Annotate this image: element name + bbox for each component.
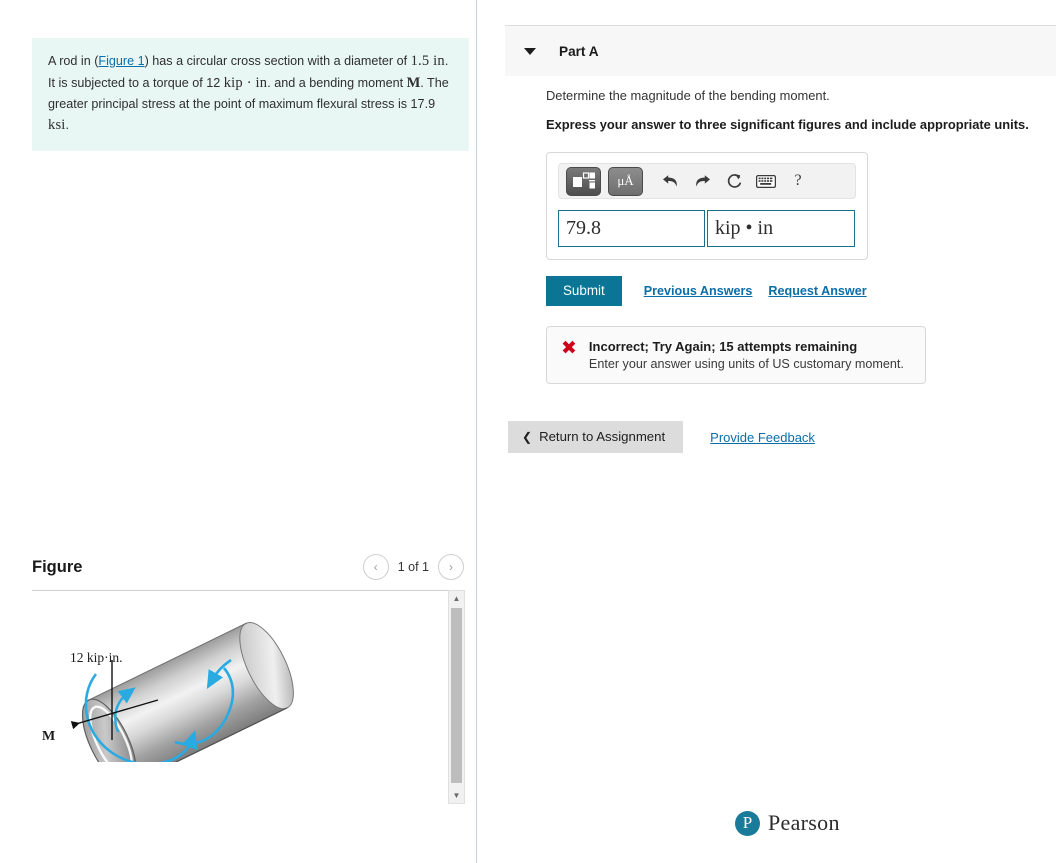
figure-block: Figure ‹ 1 of 1 › 12 kip·in. M: [32, 554, 469, 762]
figure-scrollbar[interactable]: ▲ ▼: [448, 590, 465, 804]
figure-next-button[interactable]: ›: [438, 554, 464, 580]
problem-text-part-4: . and a bending: [267, 76, 355, 91]
submit-row: Submit Previous Answers Request Answer: [546, 276, 1046, 306]
instruction-text: Express your answer to three significant…: [546, 117, 1029, 132]
provide-feedback-link[interactable]: Provide Feedback: [710, 430, 815, 445]
problem-text-part-7: flexural stress is 17.9: [316, 96, 436, 111]
return-to-assignment-button[interactable]: ❮ Return to Assignment: [508, 421, 684, 453]
scroll-up-arrow-icon[interactable]: ▲: [449, 591, 464, 606]
moment-symbol: M: [406, 75, 421, 92]
answer-value-input[interactable]: 79.8: [558, 210, 705, 247]
figure-prev-button[interactable]: ‹: [362, 554, 389, 580]
answer-toolbar: μÅ ?: [558, 163, 856, 199]
previous-answers-link[interactable]: Previous Answers: [644, 284, 753, 298]
figure-torque-label: 12 kip·in.: [70, 650, 123, 665]
figure-image: 12 kip·in. M: [32, 592, 469, 762]
redo-icon[interactable]: [688, 168, 716, 195]
figure-page-label: 1 of 1: [397, 560, 429, 574]
problem-text-part-2: ) has a circular cross section with a di…: [144, 54, 408, 68]
question-text: Determine the magnitude of the bending m…: [546, 88, 830, 103]
undo-icon[interactable]: [656, 168, 684, 195]
scroll-down-arrow-icon[interactable]: ▼: [449, 788, 464, 803]
help-icon[interactable]: ?: [784, 168, 812, 195]
problem-text-part-5: moment: [357, 76, 407, 91]
figure-title: Figure: [32, 558, 83, 576]
figure-moment-label: M: [42, 729, 55, 744]
chevron-down-icon[interactable]: [524, 47, 536, 55]
request-answer-link[interactable]: Request Answer: [768, 284, 866, 298]
part-a-body: Determine the magnitude of the bending m…: [546, 88, 1046, 384]
answer-unit-input[interactable]: kip • in: [707, 210, 855, 247]
scrollbar-thumb[interactable]: [451, 608, 462, 783]
problem-statement: A rod in (Figure 1) has a circular cross…: [32, 38, 469, 151]
problem-text-part-8: .: [65, 118, 70, 133]
figure-header: Figure ‹ 1 of 1 ›: [32, 554, 469, 591]
feedback-detail: Enter your answer using units of US cust…: [588, 357, 904, 371]
pearson-logo: P Pearson: [735, 810, 840, 836]
math-template-icon[interactable]: [566, 166, 601, 196]
left-pane: A rod in (Figure 1) has a circular cross…: [0, 0, 477, 863]
feedback-title: Incorrect; Try Again; 15 attempts remain…: [588, 339, 858, 354]
pearson-logo-text: Pearson: [768, 810, 840, 835]
torque-units: kip · in: [223, 75, 268, 92]
keyboard-icon[interactable]: [752, 168, 780, 195]
return-to-assignment-label: Return to Assignment: [539, 429, 666, 444]
problem-text-part-1: A rod in (: [48, 54, 99, 68]
figure-1-link[interactable]: Figure 1: [98, 54, 144, 68]
part-a-header[interactable]: Part A: [505, 25, 1056, 76]
bottom-actions: ❮ Return to Assignment Provide Feedback: [508, 421, 815, 453]
error-x-icon: ✖: [561, 337, 577, 359]
reset-icon[interactable]: [720, 168, 748, 195]
units-icon[interactable]: μÅ: [608, 166, 643, 196]
right-pane: Part A Determine the magnitude of the be…: [478, 0, 1056, 863]
part-a-title: Part A: [559, 43, 599, 59]
answer-widget: μÅ ? 79.8 kip • in: [546, 152, 868, 260]
stress-units: ksi: [48, 117, 66, 134]
submit-button[interactable]: Submit: [546, 276, 622, 306]
figure-divider: [32, 590, 457, 591]
answer-fields: 79.8 kip • in: [558, 210, 856, 247]
pearson-logo-icon: P: [735, 810, 760, 836]
figure-pager: ‹ 1 of 1 ›: [362, 554, 464, 580]
chevron-left-icon: ❮: [522, 429, 533, 444]
feedback-box: ✖ Incorrect; Try Again; 15 attempts rema…: [546, 326, 926, 384]
diameter-value: 1.5 in: [410, 53, 445, 69]
